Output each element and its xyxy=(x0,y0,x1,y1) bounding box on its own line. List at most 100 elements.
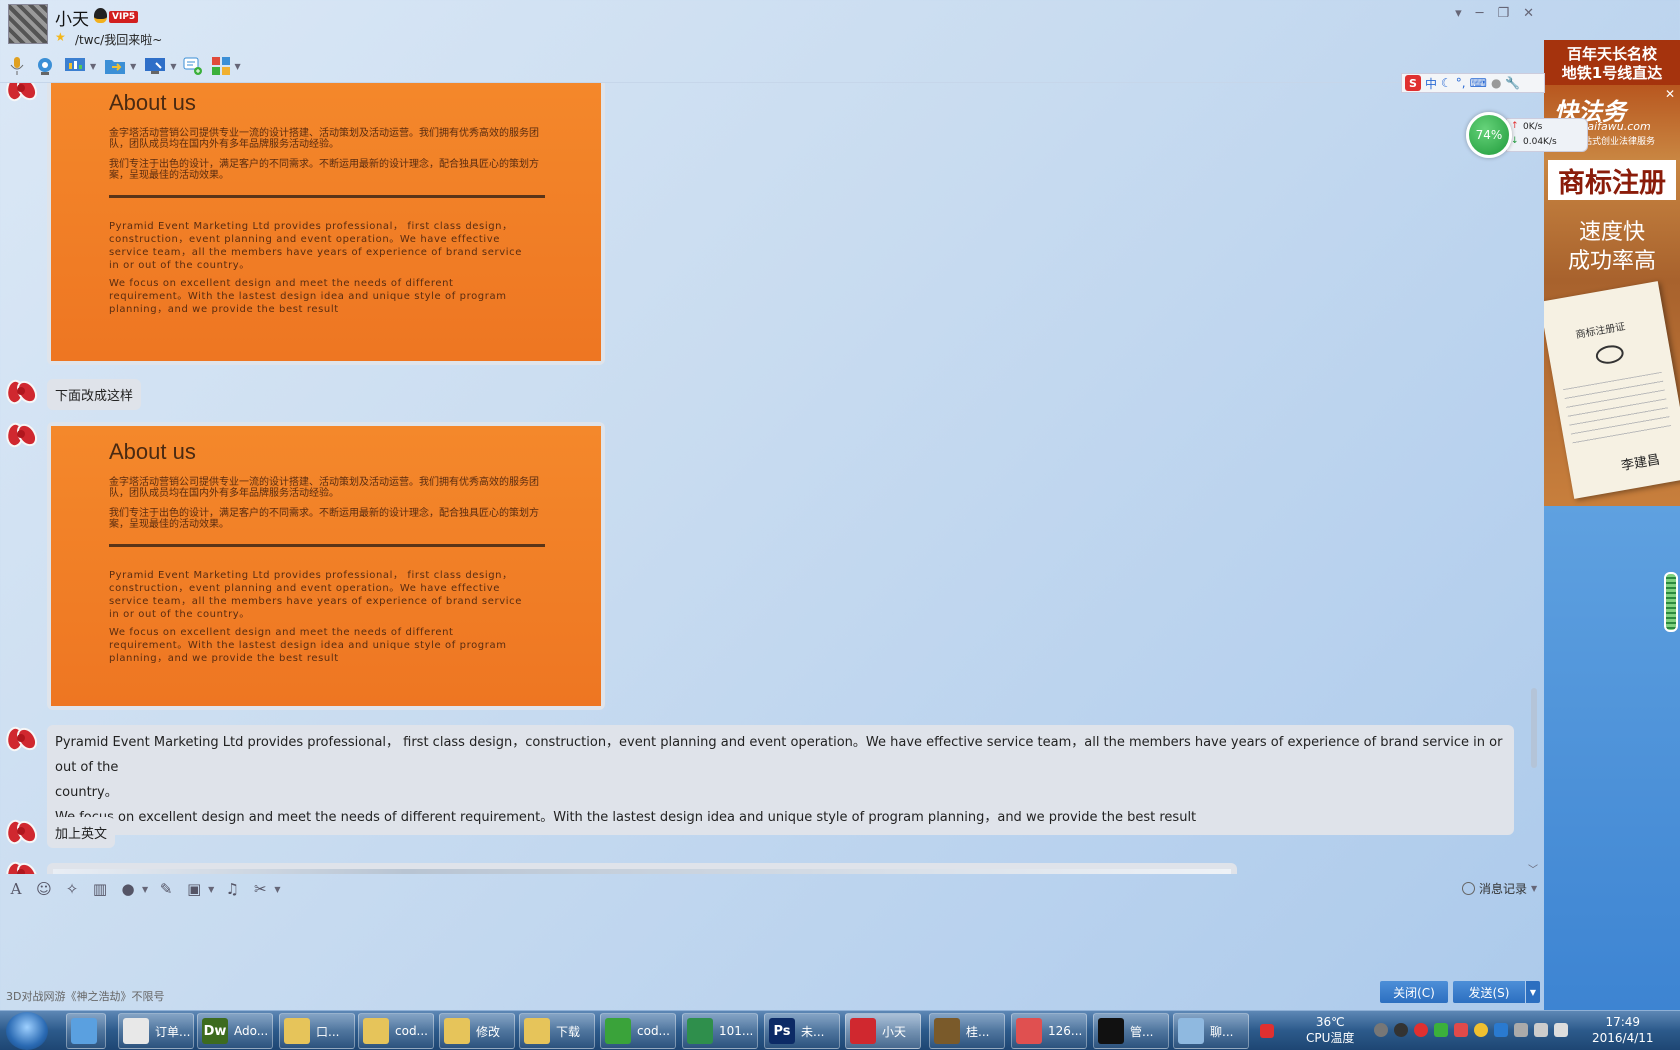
moon-icon[interactable]: ☾ xyxy=(1441,76,1452,90)
image-message[interactable]: About us 金字塔活动营销公司提供专业一流的设计搭建、活动策划及活动运营。… xyxy=(47,83,605,365)
minimize-icon[interactable]: ─ xyxy=(1476,6,1484,21)
text-message[interactable]: 加上英文 xyxy=(47,817,116,848)
taskbar-item[interactable]: 126... xyxy=(1011,1013,1087,1049)
volume-icon[interactable] xyxy=(1554,1023,1568,1037)
punctuation-icon[interactable]: °, xyxy=(1456,76,1466,90)
music-icon[interactable]: ♫ xyxy=(222,879,242,899)
ad-close-icon[interactable]: ✕ xyxy=(1665,87,1675,101)
contact-avatar[interactable] xyxy=(8,4,48,44)
image-message[interactable]: About us 金字塔活动营销公司提供专业一流的设计搭建、活动策划及活动运营。… xyxy=(47,422,605,710)
sender-avatar[interactable] xyxy=(6,376,36,406)
taskbar-item[interactable]: 口... xyxy=(279,1013,355,1049)
sogou-ime-icon[interactable]: S xyxy=(1405,75,1421,91)
taskbar-item[interactable]: 订单... xyxy=(118,1013,194,1049)
qq-penguin-tray-icon[interactable] xyxy=(1394,1023,1408,1037)
taskbar-item-label: 聊... xyxy=(1210,1024,1234,1039)
chevron-down-icon[interactable]: ▼ xyxy=(274,885,280,894)
window-menu-icon[interactable]: ▾ xyxy=(1455,6,1462,21)
taskbar-item[interactable]: 聊... xyxy=(1173,1013,1249,1049)
cpu-temperature[interactable]: 36℃ CPU温度 xyxy=(1306,1014,1354,1046)
taskbar-item[interactable]: cod... xyxy=(600,1013,676,1049)
ad-banner[interactable]: 百年天长名校 地铁1号线直达 快法务 kuaifawu.com 一站式创业法律服… xyxy=(1544,40,1680,506)
remote-desktop-button[interactable] xyxy=(142,55,168,77)
chevron-down-icon[interactable]: ▼ xyxy=(90,62,96,71)
message-input[interactable] xyxy=(0,903,1544,983)
user-icon[interactable]: ● xyxy=(1491,76,1501,90)
qq-tray-icon[interactable] xyxy=(1374,1023,1388,1037)
video-clip-icon[interactable]: ▥ xyxy=(90,879,110,899)
shield-tray-icon[interactable] xyxy=(1494,1023,1508,1037)
side-gauge-icon[interactable] xyxy=(1664,572,1678,632)
taskbar-item-label: 订单... xyxy=(155,1024,191,1039)
message-list[interactable]: About us 金字塔活动营销公司提供专业一流的设计搭建、活动策划及活动运营。… xyxy=(0,82,1544,874)
text-message[interactable]: Pyramid Event Marketing Ltd provides pro… xyxy=(47,725,1514,835)
weibo-tray-icon[interactable] xyxy=(1414,1023,1428,1037)
chevron-down-icon[interactable]: ▼ xyxy=(234,62,240,71)
sender-avatar[interactable] xyxy=(6,419,36,449)
network-speed-widget[interactable]: ↑ ↓ 0K/s 0.04K/s 74% xyxy=(1466,112,1590,158)
apps-button[interactable] xyxy=(210,55,232,77)
emoji-icon[interactable]: ☺ xyxy=(34,879,54,899)
screenshot-scissors-icon[interactable]: ✂ xyxy=(250,879,270,899)
text-message[interactable]: 下面改成这样 xyxy=(47,379,142,410)
taskbar-item[interactable]: 101... xyxy=(682,1013,758,1049)
show-desktop-button[interactable] xyxy=(66,1013,106,1049)
create-discussion-button[interactable] xyxy=(182,55,204,77)
send-file-button[interactable] xyxy=(102,55,128,77)
send-button[interactable]: 发送(S) xyxy=(1453,981,1525,1003)
ime-toolbar[interactable]: S 中 ☾ °, ⌨ ● 🔧 xyxy=(1401,73,1545,93)
chevron-down-icon[interactable]: ▼ xyxy=(170,62,176,71)
app-icon xyxy=(363,1018,389,1044)
taskbar-item[interactable]: 管... xyxy=(1093,1013,1169,1049)
image-message[interactable] xyxy=(47,863,1237,874)
close-button[interactable]: 关闭(C) xyxy=(1380,981,1448,1003)
message-history-button[interactable]: 消息记录 ▼ xyxy=(1462,880,1537,897)
nudge-icon[interactable]: ✧ xyxy=(62,879,82,899)
plus-tray-icon[interactable] xyxy=(1474,1023,1488,1037)
edit-icon[interactable]: ✎ xyxy=(156,879,176,899)
taskbar-item[interactable]: Dw Ado... xyxy=(197,1013,273,1049)
video-call-button[interactable] xyxy=(34,55,56,77)
app-icon xyxy=(687,1018,713,1044)
upload-arrow-icon: ↑ xyxy=(1511,121,1519,131)
sogou-tray-icon[interactable] xyxy=(1260,1024,1274,1038)
taskbar-item[interactable]: 下载 xyxy=(519,1013,595,1049)
sender-avatar[interactable] xyxy=(6,83,36,103)
voice-call-button[interactable] xyxy=(6,55,28,77)
divider xyxy=(109,544,545,547)
share-screen-button[interactable] xyxy=(62,55,88,77)
taskbar-item[interactable]: Ps 未... xyxy=(764,1013,840,1049)
start-button[interactable] xyxy=(6,1012,48,1050)
sender-avatar[interactable] xyxy=(6,723,36,753)
chevron-down-icon[interactable]: ▼ xyxy=(130,62,136,71)
wrench-icon[interactable]: 🔧 xyxy=(1505,76,1520,90)
maximize-icon[interactable]: ❐ xyxy=(1497,6,1509,21)
taskbar-item[interactable]: 小天 xyxy=(845,1013,921,1049)
font-icon[interactable]: A xyxy=(6,879,26,899)
ad-link[interactable]: 3D对战网游《神之浩劫》不限号 xyxy=(6,988,164,1004)
image-icon[interactable]: ▣ xyxy=(184,879,204,899)
chevron-down-icon[interactable]: ▼ xyxy=(208,885,214,894)
sender-avatar[interactable] xyxy=(6,858,36,874)
divider xyxy=(109,195,545,198)
scroll-down-icon[interactable]: ﹀ xyxy=(1528,861,1538,874)
voice-message-icon[interactable]: ● xyxy=(118,879,138,899)
vip-badge[interactable]: VIP5 xyxy=(109,11,139,23)
taskbar-item[interactable]: 桂... xyxy=(929,1013,1005,1049)
flag-icon[interactable] xyxy=(1514,1023,1528,1037)
antivirus-icon[interactable] xyxy=(1454,1023,1468,1037)
taskbar-item[interactable]: cod... xyxy=(358,1013,434,1049)
chevron-down-icon[interactable]: ▼ xyxy=(142,885,148,894)
network-icon[interactable] xyxy=(1534,1023,1548,1037)
send-options-chevron-icon[interactable]: ▼ xyxy=(1526,981,1540,1003)
contact-name[interactable]: 小天 xyxy=(55,5,89,30)
clock[interactable]: 17:49 2016/4/11 xyxy=(1592,1014,1654,1046)
memory-usage-percent[interactable]: 74% xyxy=(1466,112,1512,158)
keyboard-icon[interactable]: ⌨ xyxy=(1470,76,1487,90)
sender-avatar[interactable] xyxy=(6,816,36,846)
ime-mode-toggle[interactable]: 中 xyxy=(1425,75,1437,92)
scrollbar-thumb[interactable] xyxy=(1531,688,1537,768)
close-icon[interactable]: ✕ xyxy=(1523,6,1534,21)
taskbar-item[interactable]: 修改 xyxy=(439,1013,515,1049)
security-shield-icon[interactable] xyxy=(1434,1023,1448,1037)
